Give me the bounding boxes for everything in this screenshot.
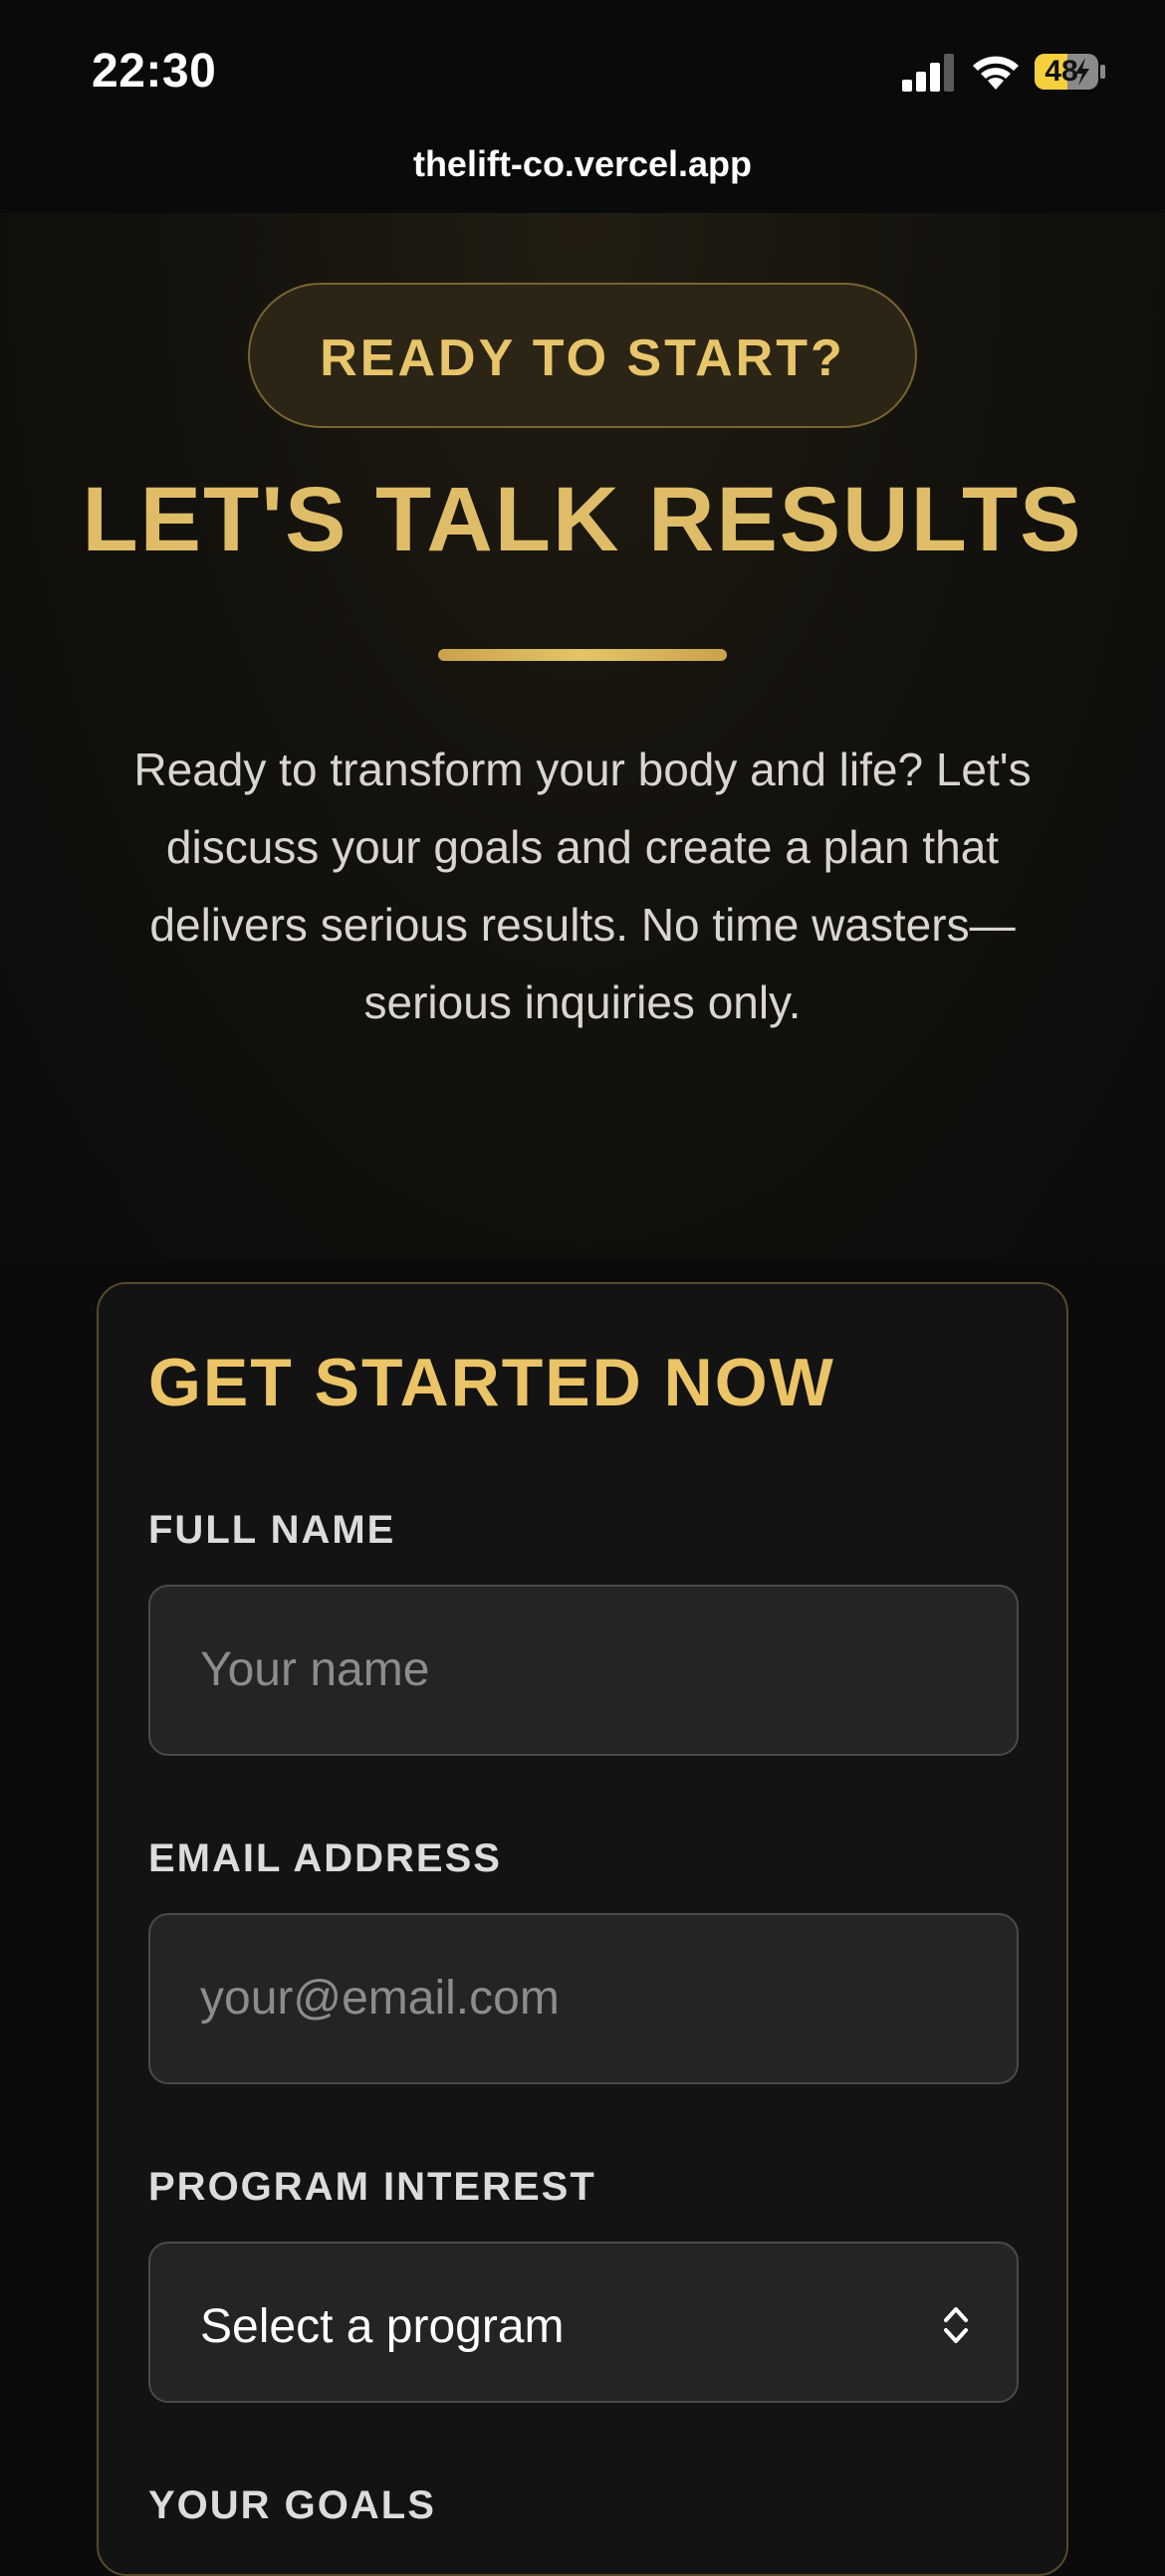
- email-field[interactable]: your@email.com: [148, 1913, 1019, 2084]
- wifi-icon: [973, 56, 1019, 90]
- badge-label: READY TO START?: [320, 329, 845, 387]
- ready-to-start-badge: READY TO START?: [248, 283, 917, 428]
- status-bar: 22:30 48: [0, 0, 1165, 129]
- full-name-placeholder: Your name: [200, 1643, 430, 1696]
- full-name-label: FULL NAME: [148, 1508, 396, 1552]
- program-interest-label: PROGRAM INTEREST: [148, 2165, 596, 2209]
- contact-form-card: GET STARTED NOW FULL NAME Your name EMAI…: [97, 1282, 1068, 2576]
- full-name-field[interactable]: Your name: [148, 1585, 1019, 1756]
- your-goals-label: YOUR GOALS: [148, 2483, 436, 2527]
- email-placeholder: your@email.com: [200, 1972, 560, 2025]
- battery-percent: 48: [1045, 55, 1078, 88]
- chevron-updown-icon: [944, 2307, 968, 2343]
- signal-icon: [902, 54, 954, 92]
- program-select[interactable]: Select a program: [148, 2242, 1019, 2403]
- title-divider: [438, 649, 727, 661]
- form-title: GET STARTED NOW: [148, 1345, 835, 1420]
- browser-url-bar[interactable]: thelift-co.vercel.app: [0, 129, 1165, 213]
- program-select-value: Select a program: [200, 2300, 565, 2353]
- hero-section: READY TO START? LET'S TALK RESULTS Ready…: [0, 213, 1165, 1258]
- url-text: thelift-co.vercel.app: [412, 143, 753, 184]
- page-title: LET'S TALK RESULTS: [82, 469, 1083, 570]
- email-label: EMAIL ADDRESS: [148, 1836, 502, 1880]
- hero-description: Ready to transform your body and life? L…: [133, 744, 1032, 1028]
- status-time: 22:30: [92, 45, 217, 98]
